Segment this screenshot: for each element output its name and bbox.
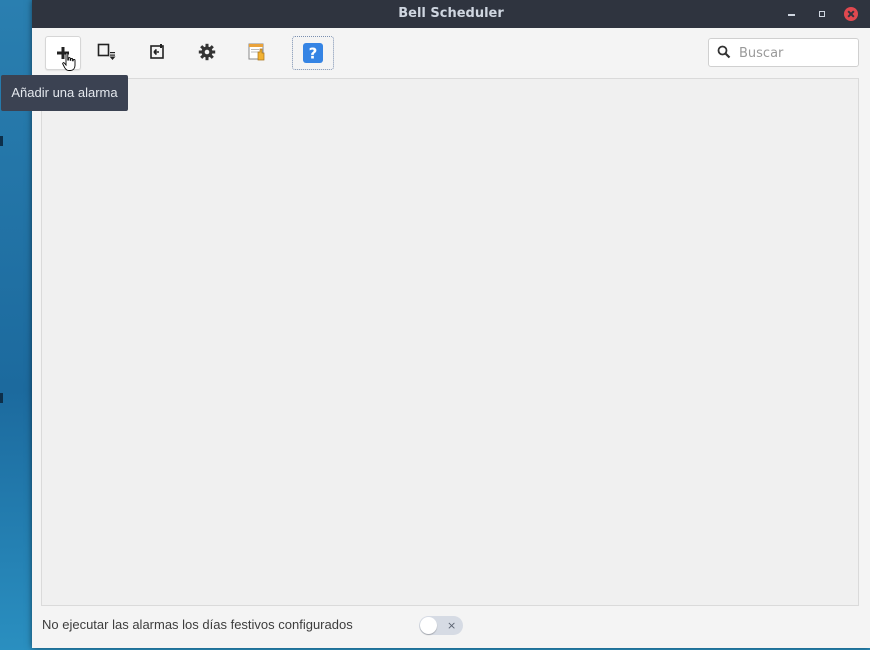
toggle-knob (420, 617, 437, 634)
gear-icon (198, 43, 216, 61)
desktop-edge-mark (0, 136, 3, 146)
add-alarm-tooltip: Añadir una alarma (1, 75, 128, 111)
help-button[interactable]: ? (292, 36, 334, 70)
import-icon (150, 44, 164, 59)
bell-scheduler-window: Bell Scheduler ? Buscar No ejecutar las … (32, 0, 870, 648)
help-icon: ? (303, 43, 323, 63)
maximize-button[interactable] (814, 7, 828, 21)
export-button[interactable] (90, 36, 124, 68)
settings-button[interactable] (190, 36, 224, 68)
holidays-button[interactable] (240, 36, 274, 68)
window-title: Bell Scheduler (398, 6, 504, 21)
minimize-button[interactable] (785, 7, 799, 21)
holiday-toggle[interactable]: × (419, 616, 463, 635)
holiday-calendar-icon (248, 43, 265, 61)
close-button[interactable] (844, 7, 858, 21)
alarm-list-area[interactable] (41, 78, 859, 606)
holiday-option-label: No ejecutar las alarmas los días festivo… (42, 617, 353, 632)
hand-cursor-icon (62, 52, 76, 71)
import-button[interactable] (140, 36, 174, 68)
toggle-off-icon: × (447, 619, 457, 632)
export-icon (97, 43, 116, 60)
desktop-edge-mark (0, 393, 3, 403)
titlebar: Bell Scheduler (32, 0, 870, 28)
search-input[interactable] (737, 43, 853, 63)
help-glyph: ? (309, 45, 318, 63)
toolbar: ? (32, 28, 870, 78)
search-icon (717, 45, 731, 59)
search-box[interactable] (708, 38, 859, 67)
